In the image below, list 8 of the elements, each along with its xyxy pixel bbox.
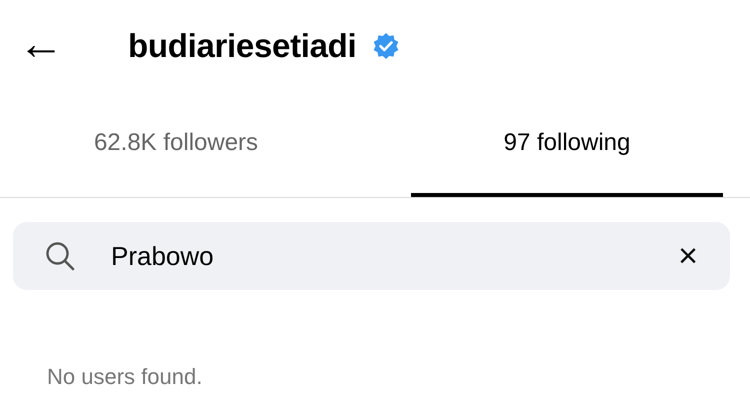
clear-button[interactable]: × bbox=[674, 239, 702, 273]
search-field[interactable]: Prabowo × bbox=[13, 222, 730, 290]
search-icon bbox=[45, 241, 75, 271]
empty-message: No users found. bbox=[47, 363, 204, 391]
tab[interactable]: 62.8K followers bbox=[0, 92, 352, 197]
tab[interactable]: 97 following bbox=[411, 92, 723, 197]
back-button[interactable]: ← bbox=[14, 20, 74, 72]
username: budiariesetiadi bbox=[128, 26, 356, 66]
